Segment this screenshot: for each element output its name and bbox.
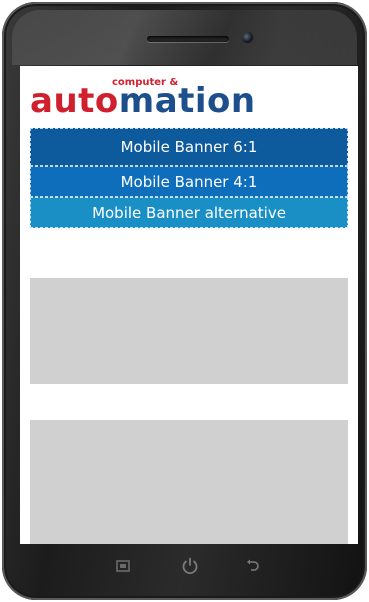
ad-placeholder-2: [30, 420, 348, 544]
logo-wordmark: automation: [30, 84, 256, 118]
mobile-banner-4-1[interactable]: Mobile Banner 4:1: [30, 166, 348, 197]
ad-placeholder-1: [30, 278, 348, 384]
back-icon: [247, 559, 259, 571]
speaker-grille: [147, 36, 229, 42]
mobile-banner-alternative[interactable]: Mobile Banner alternative: [30, 197, 348, 228]
recent-apps-button[interactable]: [110, 554, 136, 578]
back-button[interactable]: [240, 554, 266, 578]
logo-part-blue: mation: [118, 81, 256, 121]
android-nav-bar: [20, 546, 358, 586]
logo-part-red: auto: [30, 81, 119, 121]
automation-logo[interactable]: computer & automation: [30, 78, 320, 120]
mobile-banner-6-1[interactable]: Mobile Banner 6:1: [30, 128, 348, 166]
recent-apps-icon: [116, 560, 130, 572]
power-icon: [182, 557, 198, 575]
power-button[interactable]: [177, 554, 203, 578]
phone-screen: computer & automation Mobile Banner 6:1 …: [20, 66, 358, 544]
camera-icon: [242, 32, 253, 43]
